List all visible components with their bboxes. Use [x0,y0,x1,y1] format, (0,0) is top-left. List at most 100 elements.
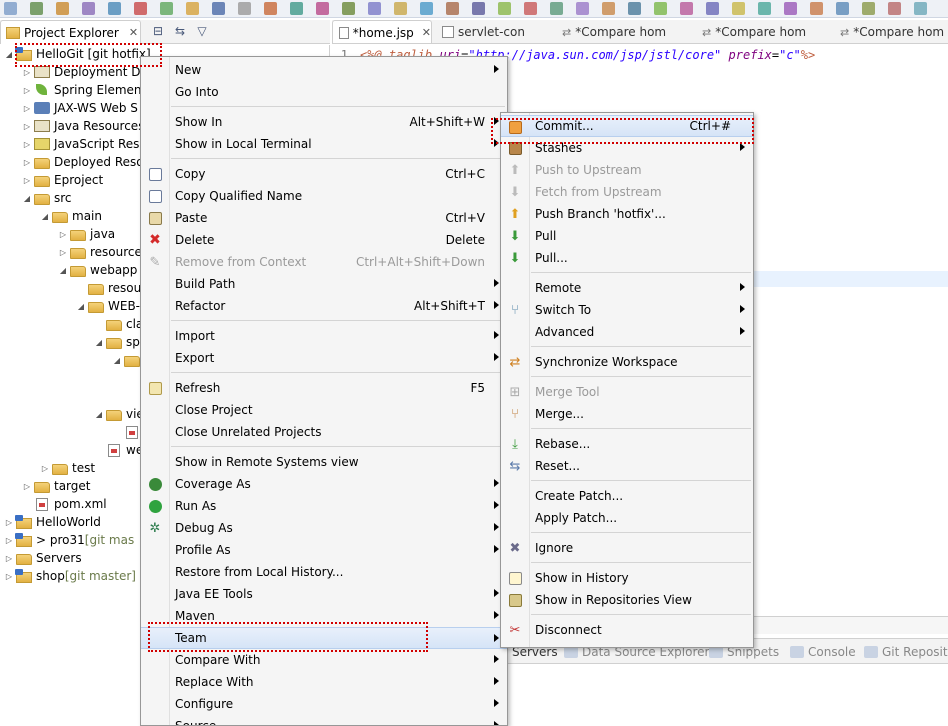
menu-item-source[interactable]: Source [141,715,507,725]
run-icon[interactable] [628,2,641,15]
menu-item-remove-from-context[interactable]: ✎ Remove from Context Ctrl+Alt+Shift+Down [141,251,507,273]
open-type-icon[interactable] [758,2,771,15]
tree-item-eproject[interactable]: ▷ Eproject [22,171,103,189]
new-icon[interactable] [472,2,485,15]
editor-tab-compare-hom[interactable]: ⇄ *Compare hom [834,20,944,43]
debug-icon[interactable] [602,2,615,15]
editor-tab-home-jsp[interactable]: *home.jsp ✕ [332,20,432,43]
edit-icon[interactable] [342,2,355,15]
chevron-right-icon[interactable]: ▷ [22,122,32,131]
menu-item-copy[interactable]: Copy Ctrl+C [141,163,507,185]
external-tools-icon[interactable] [264,2,277,15]
tree-item-spring-elemen[interactable]: ▷ Spring Elemen [22,81,142,99]
tree-item-web[interactable]: ◢ WEB- [76,297,140,315]
menu-item-create-patch[interactable]: Create Patch... [501,485,753,507]
chevron-down-icon[interactable]: ◢ [94,410,104,419]
server-icon[interactable] [680,2,693,15]
menu-item-ignore[interactable]: ✖ Ignore [501,537,753,559]
menu-item-copy-qualified-name[interactable]: Copy Qualified Name [141,185,507,207]
tree-item-target[interactable]: ▷ target [22,477,91,495]
coverage-icon[interactable] [238,2,251,15]
tree-item-pom-xml[interactable]: pom.xml [22,495,107,513]
coverage-icon[interactable] [706,2,719,15]
menu-item-show-in-remote-systems-view[interactable]: Show in Remote Systems view [141,451,507,473]
tree-item-resource[interactable]: ▷ resource [58,243,142,261]
open-task-icon[interactable] [316,2,329,15]
menu-item-import[interactable]: Import [141,325,507,347]
menu-item-pull[interactable]: ⬇ Pull... [501,247,753,269]
tree-item-test[interactable]: ▷ test [40,459,95,477]
save-icon[interactable] [498,2,511,15]
menu-item-java-ee-tools[interactable]: Java EE Tools [141,583,507,605]
collapse-all-icon[interactable]: ⊟ [150,23,166,39]
pin-icon[interactable] [420,2,433,15]
menu-item-compare-with[interactable]: Compare With [141,649,507,671]
menu-item-debug-as[interactable]: ✲ Debug As [141,517,507,539]
forward-icon[interactable] [862,2,875,15]
back-icon[interactable] [368,2,381,15]
editor-tab-compare-hom[interactable]: ⇄ *Compare hom [696,20,806,43]
tree-item-main[interactable]: ◢ main [40,207,102,225]
close-icon[interactable]: ✕ [129,26,138,39]
open-type-icon[interactable] [290,2,303,15]
stop-icon[interactable] [186,2,199,15]
menu-item-new[interactable]: New [141,59,507,81]
chevron-right-icon[interactable]: ▷ [4,536,14,545]
chevron-down-icon[interactable]: ◢ [40,212,50,221]
menu-item-profile-as[interactable]: Profile As [141,539,507,561]
menu-item-rebase[interactable]: ⤓ Rebase... [501,433,753,455]
chevron-down-icon[interactable]: ◢ [22,194,32,203]
tree-item-sp[interactable]: ◢ sp [94,333,140,351]
menu-item-go-into[interactable]: Go Into [141,81,507,103]
tree-item-javascript-reso[interactable]: ▷ JavaScript Reso [22,135,147,153]
menu-item-apply-patch[interactable]: Apply Patch... [501,507,753,529]
menu-item-show-in-local-terminal[interactable]: Show in Local Terminal [141,133,507,155]
chevron-down-icon[interactable]: ◢ [76,302,86,311]
chevron-down-icon[interactable]: ◢ [4,50,14,59]
menu-item-disconnect[interactable]: ✂ Disconnect [501,619,753,641]
menu-item-show-in[interactable]: Show In Alt+Shift+W [141,111,507,133]
print-icon[interactable] [550,2,563,15]
project-explorer-tab[interactable]: Project Explorer ✕ [0,20,141,44]
chevron-right-icon[interactable]: ▷ [22,158,32,167]
edit-icon[interactable] [810,2,823,15]
menu-item-reset[interactable]: ⇆ Reset... [501,455,753,477]
tree-item-resou[interactable]: resou [76,279,141,297]
run-icon[interactable] [160,2,173,15]
tree-item-cla[interactable]: cla [94,315,143,333]
server-icon[interactable] [212,2,225,15]
menu-item-remote[interactable]: Remote [501,277,753,299]
external-tools-icon[interactable] [732,2,745,15]
tree-item-webapp[interactable]: ◢ webapp [58,261,137,279]
menu-item-synchronize-workspace[interactable]: ⇄ Synchronize Workspace [501,351,753,373]
print-icon[interactable] [82,2,95,15]
tree-item-helloworld[interactable]: ▷ HelloWorld [4,513,101,531]
tree-item-vie[interactable]: ◢ vie [94,405,144,423]
bottom-tab-git-repositori[interactable]: Git Repositori [864,639,948,665]
menu-item-advanced[interactable]: Advanced [501,321,753,343]
menu-item-close-unrelated-projects[interactable]: Close Unrelated Projects [141,421,507,443]
annotation-icon[interactable] [914,2,927,15]
menu-item-pull[interactable]: ⬇ Pull [501,225,753,247]
open-task-icon[interactable] [784,2,797,15]
tree-item-java[interactable]: ▷ java [58,225,115,243]
chevron-right-icon[interactable]: ▷ [40,464,50,473]
tree-item-servers[interactable]: ▷ Servers [4,549,82,567]
menu-item-close-project[interactable]: Close Project [141,399,507,421]
menu-item-coverage-as[interactable]: Coverage As [141,473,507,495]
save-icon[interactable] [30,2,43,15]
stop-icon[interactable] [654,2,667,15]
search-icon[interactable] [108,2,121,15]
filter-icon[interactable]: ▽ [194,23,210,39]
tree-item-deployed-reso[interactable]: ▷ Deployed Reso [22,153,144,171]
menu-item-refactor[interactable]: Refactor Alt+Shift+T [141,295,507,317]
pin-icon[interactable] [888,2,901,15]
annotation-icon[interactable] [446,2,459,15]
menu-item-paste[interactable]: Paste Ctrl+V [141,207,507,229]
menu-item-restore-from-local-history[interactable]: Restore from Local History... [141,561,507,583]
editor-tab-servlet-con[interactable]: servlet-con [436,20,525,43]
chevron-right-icon[interactable]: ▷ [22,140,32,149]
chevron-right-icon[interactable]: ▷ [4,518,14,527]
menu-item-push-to-upstream[interactable]: ⬆ Push to Upstream [501,159,753,181]
chevron-right-icon[interactable]: ▷ [22,104,32,113]
